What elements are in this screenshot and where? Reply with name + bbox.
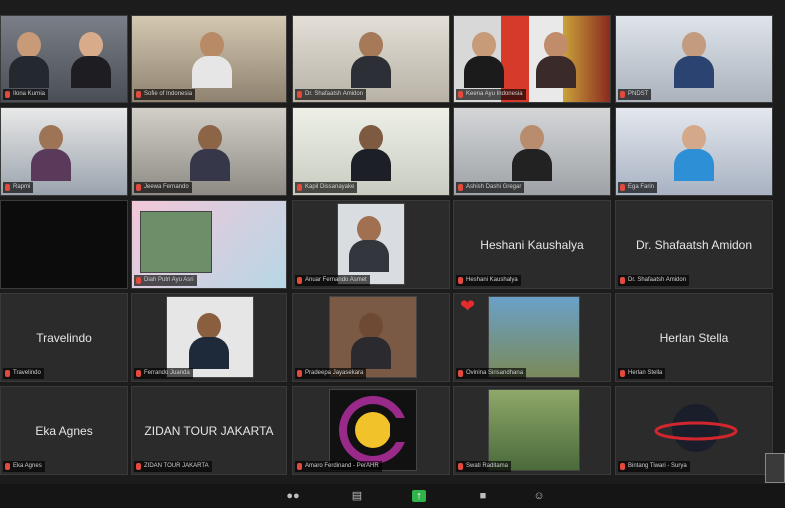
participant-name: ZIDAN TOUR JAKARTA: [144, 463, 209, 469]
participant-name: Ferrando Juanda: [144, 370, 190, 376]
record-icon[interactable]: ■: [476, 490, 490, 502]
mic-muted-icon: [5, 370, 10, 377]
video-tile[interactable]: Rapmi: [0, 107, 128, 196]
participants-icon[interactable]: ●●: [282, 490, 304, 502]
video-tile[interactable]: ZIDAN TOUR JAKARTA ZIDAN TOUR JAKARTA: [131, 386, 287, 475]
video-tile[interactable]: Anuar Fernando Asmet: [292, 200, 450, 289]
participant-name: PNDST: [628, 91, 649, 97]
participant-name: Ilona Kurnia: [13, 91, 46, 97]
participant-name: Ashish Dashi Gregar: [466, 184, 522, 190]
participant-center-name: Dr. Shafaatsh Amidon: [635, 237, 753, 252]
video-tile[interactable]: Travelindo Travelindo: [0, 293, 128, 382]
planet-icon: [654, 404, 738, 452]
mic-muted-icon: [458, 277, 463, 284]
mic-muted-icon: [620, 91, 625, 98]
participant-name: Sofie of Indonesia: [144, 91, 193, 97]
participant-name: Anuar Fernando Asmet: [305, 277, 367, 283]
video-tile[interactable]: Dr. Shafaatsh Amidon: [292, 15, 450, 103]
mic-muted-icon: [458, 370, 463, 377]
participant-name: Heshani Kaushalya: [466, 277, 518, 283]
video-tile[interactable]: Diah Putri Ayu Asri: [131, 200, 287, 289]
video-tile[interactable]: Sofie of Indonesia: [131, 15, 287, 103]
participant-name: Diah Putri Ayu Asri: [144, 277, 194, 283]
mic-muted-icon: [136, 370, 141, 377]
participant-name: Ovinina Sirisandhana: [466, 370, 524, 376]
participant-name: Dr. Shafaatsh Amidon: [628, 277, 687, 283]
participant-name: Dr. Shafaatsh Amidon: [305, 91, 364, 97]
video-tile[interactable]: Ilona Kurnia: [0, 15, 128, 103]
video-tile[interactable]: Herlan Stella Herlan Stella: [615, 293, 773, 382]
participant-center-name: Herlan Stella: [659, 330, 729, 345]
reactions-icon[interactable]: ☺: [532, 490, 546, 502]
participant-name: Rapmi: [13, 184, 31, 190]
video-tile[interactable]: Bintang Tiwari - Surya: [615, 386, 773, 475]
participant-name: Ega Farin: [628, 184, 655, 190]
participant-name: Herlan Stella: [628, 370, 663, 376]
mic-muted-icon: [5, 184, 10, 191]
mic-muted-icon: [297, 184, 302, 191]
mic-muted-icon: [458, 184, 463, 191]
video-tile[interactable]: Dr. Shafaatsh Amidon Dr. Shafaatsh Amido…: [615, 200, 773, 289]
mic-muted-icon: [136, 184, 141, 191]
mic-muted-icon: [136, 91, 141, 98]
video-tile[interactable]: Ega Farin: [615, 107, 773, 196]
self-view-thumbnail[interactable]: [765, 453, 785, 483]
participant-center-name: Travelindo: [36, 330, 92, 345]
video-tile[interactable]: Amaro Ferdinand - PerAHR: [292, 386, 450, 475]
share-screen-icon[interactable]: ↑: [412, 490, 426, 502]
mic-muted-icon: [620, 277, 625, 284]
mic-muted-icon: [620, 463, 625, 470]
participant-name: Amaro Ferdinand - PerAHR: [305, 463, 379, 469]
participant-center-name: ZIDAN TOUR JAKARTA: [144, 423, 274, 438]
video-tile[interactable]: Ovinina Sirisandhana: [453, 293, 611, 382]
participant-name: Jeewa Fernando: [144, 184, 189, 190]
logo-icon: [339, 396, 416, 464]
participant-name: Travelindo: [13, 370, 41, 376]
mic-muted-icon: [620, 370, 625, 377]
video-tile[interactable]: Kapil Dissanayake: [292, 107, 450, 196]
mic-muted-icon: [297, 463, 302, 470]
video-tile[interactable]: Swati Raditama: [453, 386, 611, 475]
mic-muted-icon: [136, 277, 141, 284]
mic-muted-icon: [458, 463, 463, 470]
video-tile[interactable]: PNDST: [615, 15, 773, 103]
mic-muted-icon: [297, 277, 302, 284]
heart-reaction-icon: ❤: [460, 296, 476, 316]
chat-icon[interactable]: ▤: [350, 490, 364, 502]
video-tile[interactable]: Eka Agnes Eka Agnes: [0, 386, 128, 475]
mic-muted-icon: [620, 184, 625, 191]
video-tile[interactable]: Ferrando Juanda: [131, 293, 287, 382]
mic-muted-icon: [5, 463, 10, 470]
mic-muted-icon: [5, 91, 10, 98]
participant-name: Swati Raditama: [466, 463, 509, 469]
video-tile[interactable]: Keena Ayu Indonesia: [453, 15, 611, 103]
video-tile[interactable]: Pradeepa Jayasekara: [292, 293, 450, 382]
participant-center-name: Eka Agnes: [35, 423, 93, 438]
participant-name: Pradeepa Jayasekara: [305, 370, 364, 376]
video-tile[interactable]: Ashish Dashi Gregar: [453, 107, 611, 196]
video-tile[interactable]: Jeewa Fernando: [131, 107, 287, 196]
mic-muted-icon: [297, 370, 302, 377]
video-tile[interactable]: Heshani Kaushalya Heshani Kaushalya: [453, 200, 611, 289]
mic-muted-icon: [136, 463, 141, 470]
video-tile[interactable]: [0, 200, 128, 289]
mic-muted-icon: [458, 91, 463, 98]
meeting-toolbar: ●● ▤ ↑ ■ ☺: [0, 484, 785, 508]
participant-name: Bintang Tiwari - Surya: [628, 463, 687, 469]
participant-name: Keena Ayu Indonesia: [466, 91, 523, 97]
participant-name: Eka Agnes: [13, 463, 42, 469]
mic-muted-icon: [297, 91, 302, 98]
participant-name: Kapil Dissanayake: [305, 184, 355, 190]
participant-center-name: Heshani Kaushalya: [480, 237, 584, 252]
